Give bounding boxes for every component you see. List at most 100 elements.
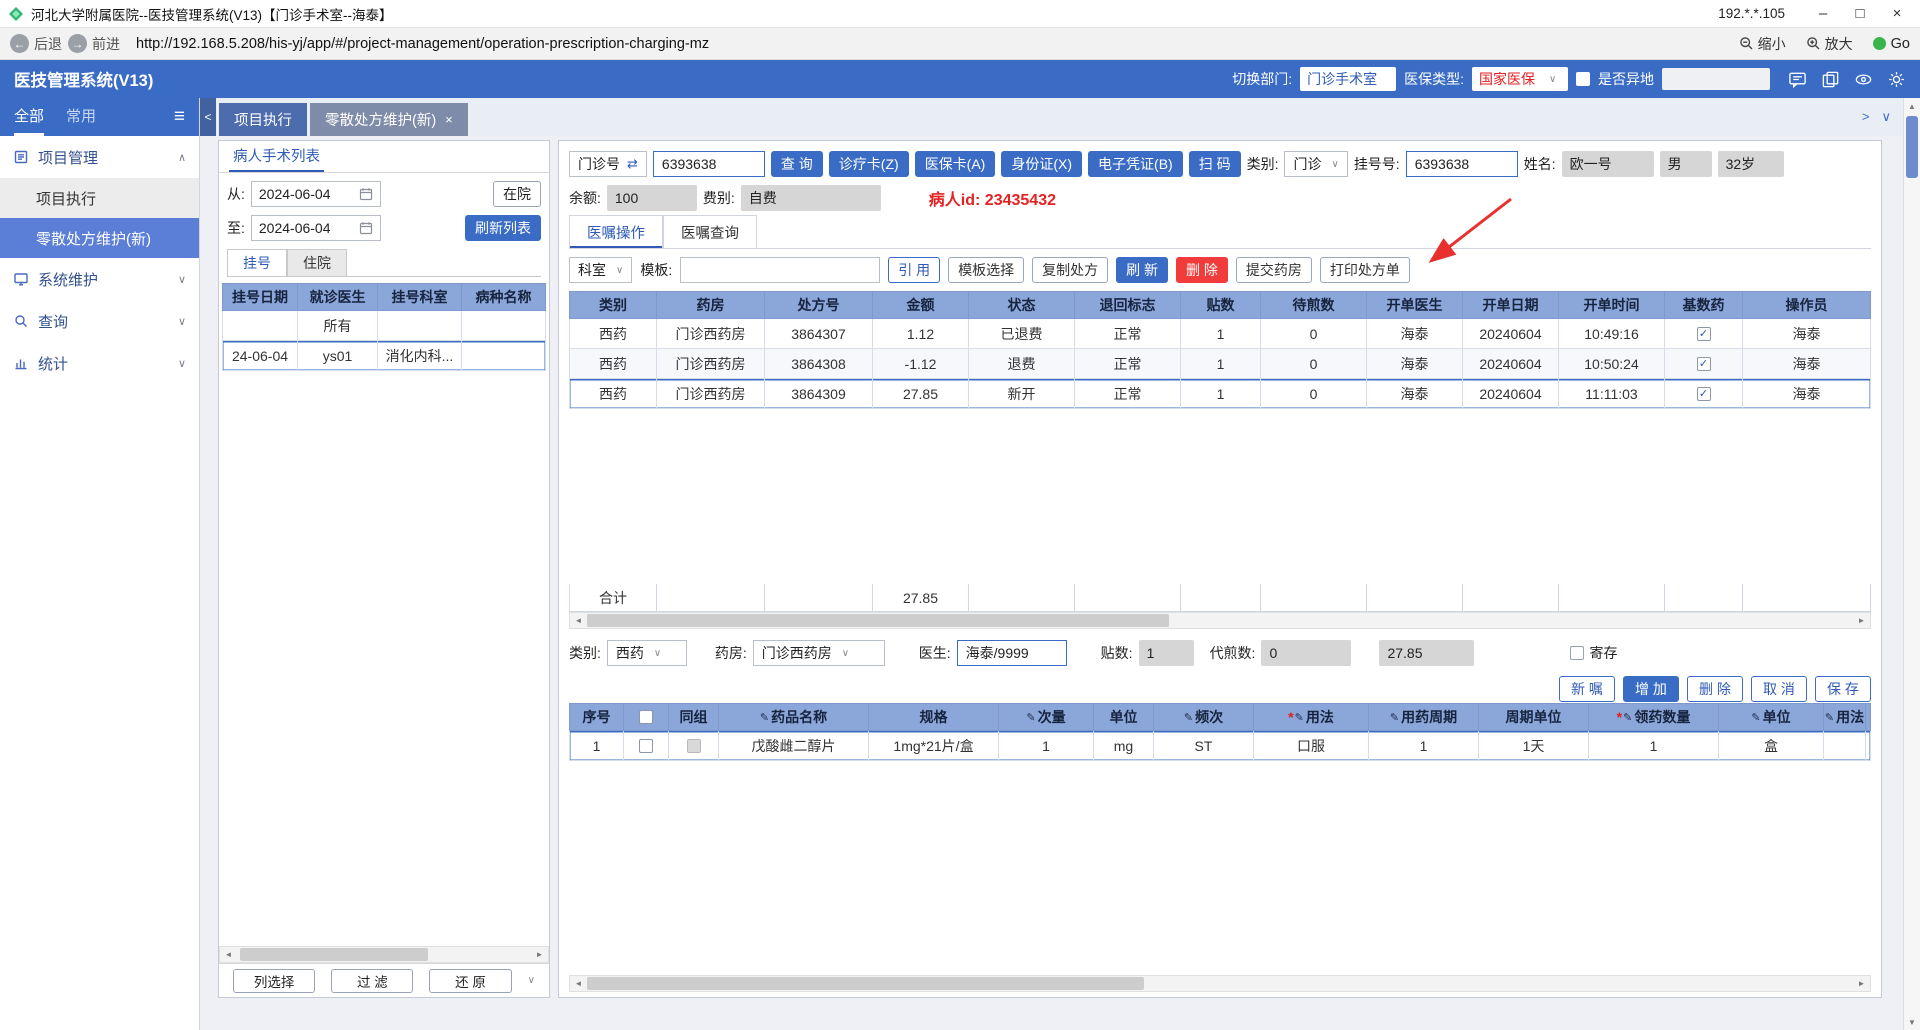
cell-checkbox[interactable]: ✓: [1696, 326, 1711, 341]
table-cell[interactable]: 1: [569, 731, 624, 761]
header-cell[interactable]: 挂号科室: [378, 283, 462, 311]
scroll-up-icon[interactable]: ▲: [1908, 98, 1916, 114]
tab-project-exec[interactable]: 项目执行: [219, 103, 307, 136]
cell-checkbox[interactable]: ✓: [1696, 356, 1711, 371]
table-row[interactable]: 所有: [222, 311, 546, 341]
regno-input[interactable]: 6393638: [1405, 151, 1518, 177]
table-cell[interactable]: 10:49:16: [1559, 319, 1665, 349]
table-cell[interactable]: [1181, 584, 1261, 612]
table-cell[interactable]: 10:50:24: [1559, 349, 1665, 379]
table-cell[interactable]: mg: [1094, 731, 1154, 761]
sidebar-tab-common[interactable]: 常用: [66, 98, 96, 136]
template-select-button[interactable]: 模板选择: [948, 257, 1025, 283]
sidebar-group-project[interactable]: 项目管理 ∧: [0, 136, 199, 178]
table-cell[interactable]: [1559, 584, 1665, 612]
insurance-select[interactable]: 国家医保 ∨: [1472, 67, 1568, 91]
table-cell[interactable]: 3864308: [765, 349, 873, 379]
table-cell[interactable]: 海泰: [1367, 319, 1463, 349]
table-cell[interactable]: [1665, 584, 1743, 612]
table-row[interactable]: 24-06-04 ys01 消化内科...: [222, 341, 546, 371]
cell-checkbox[interactable]: [639, 738, 653, 753]
table-cell[interactable]: 1天: [1479, 731, 1589, 761]
doctor-input[interactable]: 海泰/9999: [956, 640, 1067, 666]
scroll-down-icon[interactable]: ▼: [1908, 1014, 1916, 1030]
table-cell[interactable]: 20240604: [1463, 379, 1559, 409]
table-row[interactable]: 合计 27.85: [569, 584, 1871, 612]
table-cell[interactable]: [657, 584, 765, 612]
header-cell[interactable]: 基数药: [1665, 291, 1743, 319]
table-cell[interactable]: [1743, 584, 1871, 612]
visit-number-input[interactable]: 6393638: [652, 151, 765, 177]
header-cell[interactable]: ✎ 次量: [999, 703, 1094, 731]
table-cell[interactable]: 正常: [1075, 319, 1181, 349]
table-cell[interactable]: 所有: [298, 311, 378, 341]
new-order-button[interactable]: 新 嘱: [1559, 676, 1615, 702]
gear-icon[interactable]: [1887, 70, 1906, 89]
header-cell[interactable]: ✎ 频次: [1154, 703, 1254, 731]
header-cell[interactable]: 开单日期: [1463, 291, 1559, 319]
header-cell[interactable]: 周期单位: [1479, 703, 1589, 731]
footer-caret-icon[interactable]: ∨: [528, 975, 535, 986]
submit-pharmacy-button[interactable]: 提交药房: [1235, 257, 1312, 283]
header-cell[interactable]: 病种名称: [462, 283, 546, 311]
table-cell[interactable]: 0: [1261, 319, 1367, 349]
header-cell[interactable]: 就诊医生: [298, 283, 378, 311]
drug-type-select[interactable]: 西药 ∨: [606, 640, 687, 666]
table-cell[interactable]: 11:11:03: [1559, 379, 1665, 409]
header-cell[interactable]: ✎ 药品名称: [719, 703, 869, 731]
close-button[interactable]: ×: [1882, 5, 1912, 22]
table-cell[interactable]: 1: [1181, 319, 1261, 349]
table-cell[interactable]: 退费: [969, 349, 1075, 379]
header-cell[interactable]: 处方号: [765, 291, 873, 319]
table-cell[interactable]: 合计: [569, 584, 657, 612]
table-cell[interactable]: 27.85: [873, 584, 969, 612]
close-tab-icon[interactable]: ×: [445, 112, 453, 127]
table-cell[interactable]: [1463, 584, 1559, 612]
patient-list-tab[interactable]: 病人手术列表: [229, 141, 324, 172]
zoom-in-button[interactable]: 放大: [1806, 34, 1853, 54]
table-cell[interactable]: 戊酸雌二醇片: [719, 731, 869, 761]
table-cell[interactable]: 1.12: [873, 319, 969, 349]
table-cell[interactable]: [1075, 584, 1181, 612]
sidebar-group-query[interactable]: 查询 ∨: [0, 300, 199, 342]
header-cell[interactable]: [1866, 703, 1871, 731]
header-cell[interactable]: 待煎数: [1261, 291, 1367, 319]
table-cell[interactable]: [462, 311, 546, 341]
cancel-button[interactable]: 取 消: [1751, 676, 1807, 702]
table-cell[interactable]: 0: [1261, 379, 1367, 409]
deposit-checkbox-group[interactable]: 寄存: [1570, 643, 1617, 663]
table-cell[interactable]: 1: [999, 731, 1094, 761]
header-cell[interactable]: 操作员: [1743, 291, 1871, 319]
clinic-card-button[interactable]: 诊疗卡(Z): [828, 151, 909, 177]
scroll-right-icon[interactable]: ►: [1853, 979, 1870, 988]
template-input[interactable]: [680, 257, 881, 283]
table-cell[interactable]: 1: [1589, 731, 1719, 761]
table-row[interactable]: 西药 门诊西药房 3864307 1.12 已退费 正常 1 0 海泰 20240604 10:49…: [569, 319, 1871, 349]
zoom-out-button[interactable]: 缩小: [1739, 34, 1786, 54]
tab-order-operate[interactable]: 医嘱操作: [569, 215, 663, 248]
copy-pages-icon[interactable]: [1821, 70, 1840, 89]
header-cell[interactable]: ✎ 用药周期: [1369, 703, 1479, 731]
header-cell[interactable]: 开单时间: [1559, 291, 1665, 319]
tab-inpatient[interactable]: 住院: [287, 249, 347, 276]
table-cell[interactable]: [462, 341, 546, 371]
sidebar-item-rx-maintenance[interactable]: 零散处方维护(新): [0, 218, 199, 258]
detail-hscrollbar[interactable]: ◄ ►: [569, 975, 1871, 992]
url-text[interactable]: http://192.168.5.208/his-yj/app/#/projec…: [136, 36, 709, 52]
header-cell[interactable]: 单位: [1094, 703, 1154, 731]
table-cell[interactable]: 口服: [1254, 731, 1369, 761]
patient-hscrollbar[interactable]: ◄ ►: [219, 946, 549, 963]
scroll-right-icon[interactable]: ►: [1853, 616, 1870, 625]
header-extra-input[interactable]: [1662, 68, 1770, 90]
table-cell[interactable]: 1: [1181, 349, 1261, 379]
table-cell[interactable]: [1261, 584, 1367, 612]
table-cell[interactable]: 1mg*21片/盒: [869, 731, 999, 761]
cell-checkbox[interactable]: ✓: [1696, 386, 1711, 401]
table-row[interactable]: 西药 门诊西药房 3864308 -1.12 退费 正常 1 0 海泰 20240604 10:50…: [569, 349, 1871, 379]
table-cell[interactable]: ✓: [1665, 319, 1743, 349]
table-cell[interactable]: ys01: [298, 341, 378, 371]
header-cell[interactable]: 开单医生: [1367, 291, 1463, 319]
table-cell[interactable]: 消化内科...: [378, 341, 462, 371]
header-cell[interactable]: 金额: [873, 291, 969, 319]
sidebar-tab-all[interactable]: 全部: [14, 98, 45, 136]
